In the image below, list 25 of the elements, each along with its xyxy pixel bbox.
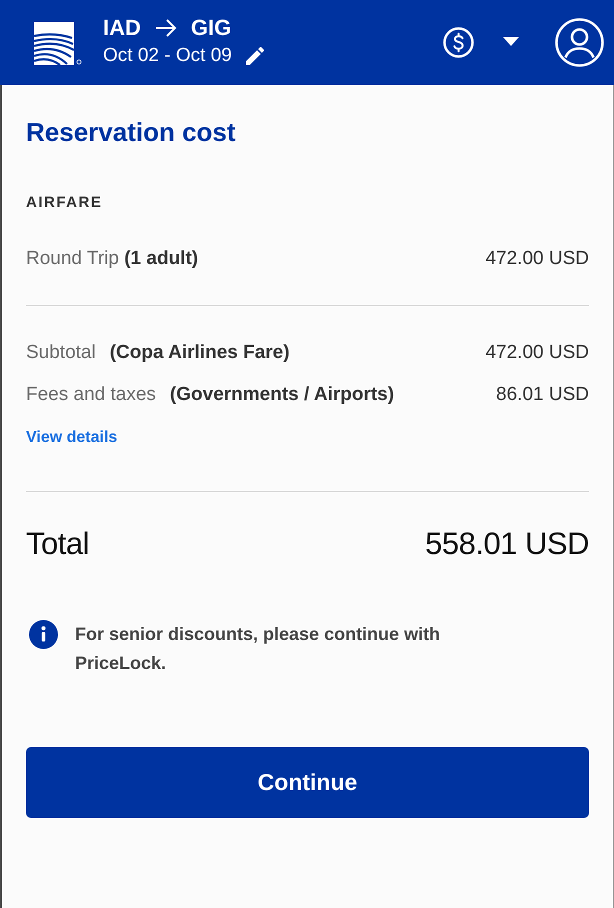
caret-down-icon[interactable] <box>503 37 519 46</box>
total-amount: 558.01 USD <box>425 526 589 562</box>
logo <box>34 22 82 66</box>
continue-button[interactable]: Continue <box>26 747 589 818</box>
edit-icon[interactable] <box>246 47 264 65</box>
section-title: Reservation cost <box>26 117 236 147</box>
summary-note: (Copa Airlines Fare) <box>110 341 290 365</box>
summary-note: (Governments / Airports) <box>170 383 394 407</box>
total-label: Total <box>26 526 89 562</box>
destination-code: GIG <box>190 15 232 41</box>
summary-label: Fees and taxes <box>26 383 156 407</box>
section-label: AIRFARE <box>26 193 102 213</box>
notice-text: For senior discounts, please continue with PriceLock. <box>75 623 442 675</box>
fare-amount: 472.00 USD <box>485 247 589 271</box>
summary-amount: 86.01 USD <box>496 383 589 407</box>
info-icon <box>29 620 58 649</box>
view-details-link[interactable]: View details <box>26 427 118 449</box>
arrow-right-icon <box>154 18 177 38</box>
origin-code: IAD <box>103 15 141 41</box>
travel-dates: Oct 02 - Oct 09 <box>103 44 232 68</box>
summary-label: Subtotal <box>26 341 96 365</box>
summary-amount: 472.00 USD <box>485 341 589 365</box>
currency-icon[interactable] <box>443 27 474 58</box>
fare-label: Round Trip (1 adult) <box>26 247 198 271</box>
profile-icon[interactable] <box>555 18 604 67</box>
